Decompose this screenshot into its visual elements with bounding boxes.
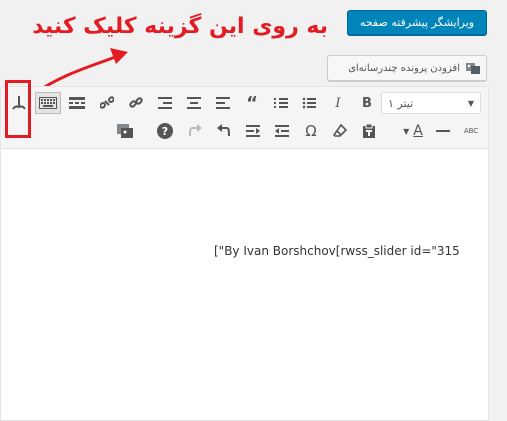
instruction-annotation: به روی این گزینه کلیک کنید: [32, 14, 328, 39]
strikethrough-icon[interactable]: ABC: [459, 120, 483, 142]
page-builder-button[interactable]: ویرایشگر پیشرفته صفحه: [347, 10, 487, 35]
editor-scrollbar[interactable]: [489, 149, 507, 421]
add-media-label: افزودن پرونده چندرسانه‌ای: [348, 62, 460, 74]
chevron-down-icon: ▼: [403, 126, 410, 136]
clear-formatting-icon[interactable]: [328, 120, 352, 142]
editor-content[interactable]: ["By Ivan Borshchov[rwss_slider id="315: [214, 244, 460, 258]
chevron-down-icon: ▼: [467, 98, 474, 108]
undo-icon[interactable]: [212, 120, 236, 142]
outdent-icon[interactable]: [270, 120, 294, 142]
text-color-icon[interactable]: ▼ A: [399, 120, 427, 142]
special-character-icon[interactable]: Ω: [299, 120, 323, 142]
align-center-icon[interactable]: [182, 92, 206, 114]
add-media-button[interactable]: افزودن پرونده چندرسانه‌ای: [327, 55, 487, 81]
paste-as-text-icon[interactable]: [357, 120, 381, 142]
bold-icon[interactable]: B: [355, 92, 379, 114]
link-icon[interactable]: [124, 92, 148, 114]
redo-icon[interactable]: [183, 120, 207, 142]
read-more-icon[interactable]: [65, 92, 89, 114]
align-right-icon[interactable]: [153, 92, 177, 114]
highlight-box: [5, 80, 31, 138]
bulleted-list-icon[interactable]: [297, 92, 321, 114]
format-select[interactable]: تیتر ۱ ▼: [381, 92, 481, 114]
editor-toolbar: تیتر ۱ ▼ B I “ ABC ▼ A Ω ?: [1, 87, 488, 149]
image-gallery-icon[interactable]: [113, 120, 137, 142]
italic-icon[interactable]: I: [326, 92, 350, 114]
align-left-icon[interactable]: [211, 92, 235, 114]
unlink-icon[interactable]: [95, 92, 119, 114]
indent-icon[interactable]: [241, 120, 265, 142]
toolbar-toggle-icon[interactable]: [35, 92, 61, 114]
media-icon: [466, 62, 480, 74]
numbered-list-icon[interactable]: [269, 92, 293, 114]
blockquote-icon[interactable]: “: [240, 92, 264, 114]
horizontal-line-icon[interactable]: [431, 120, 455, 142]
help-icon[interactable]: ?: [153, 120, 177, 142]
